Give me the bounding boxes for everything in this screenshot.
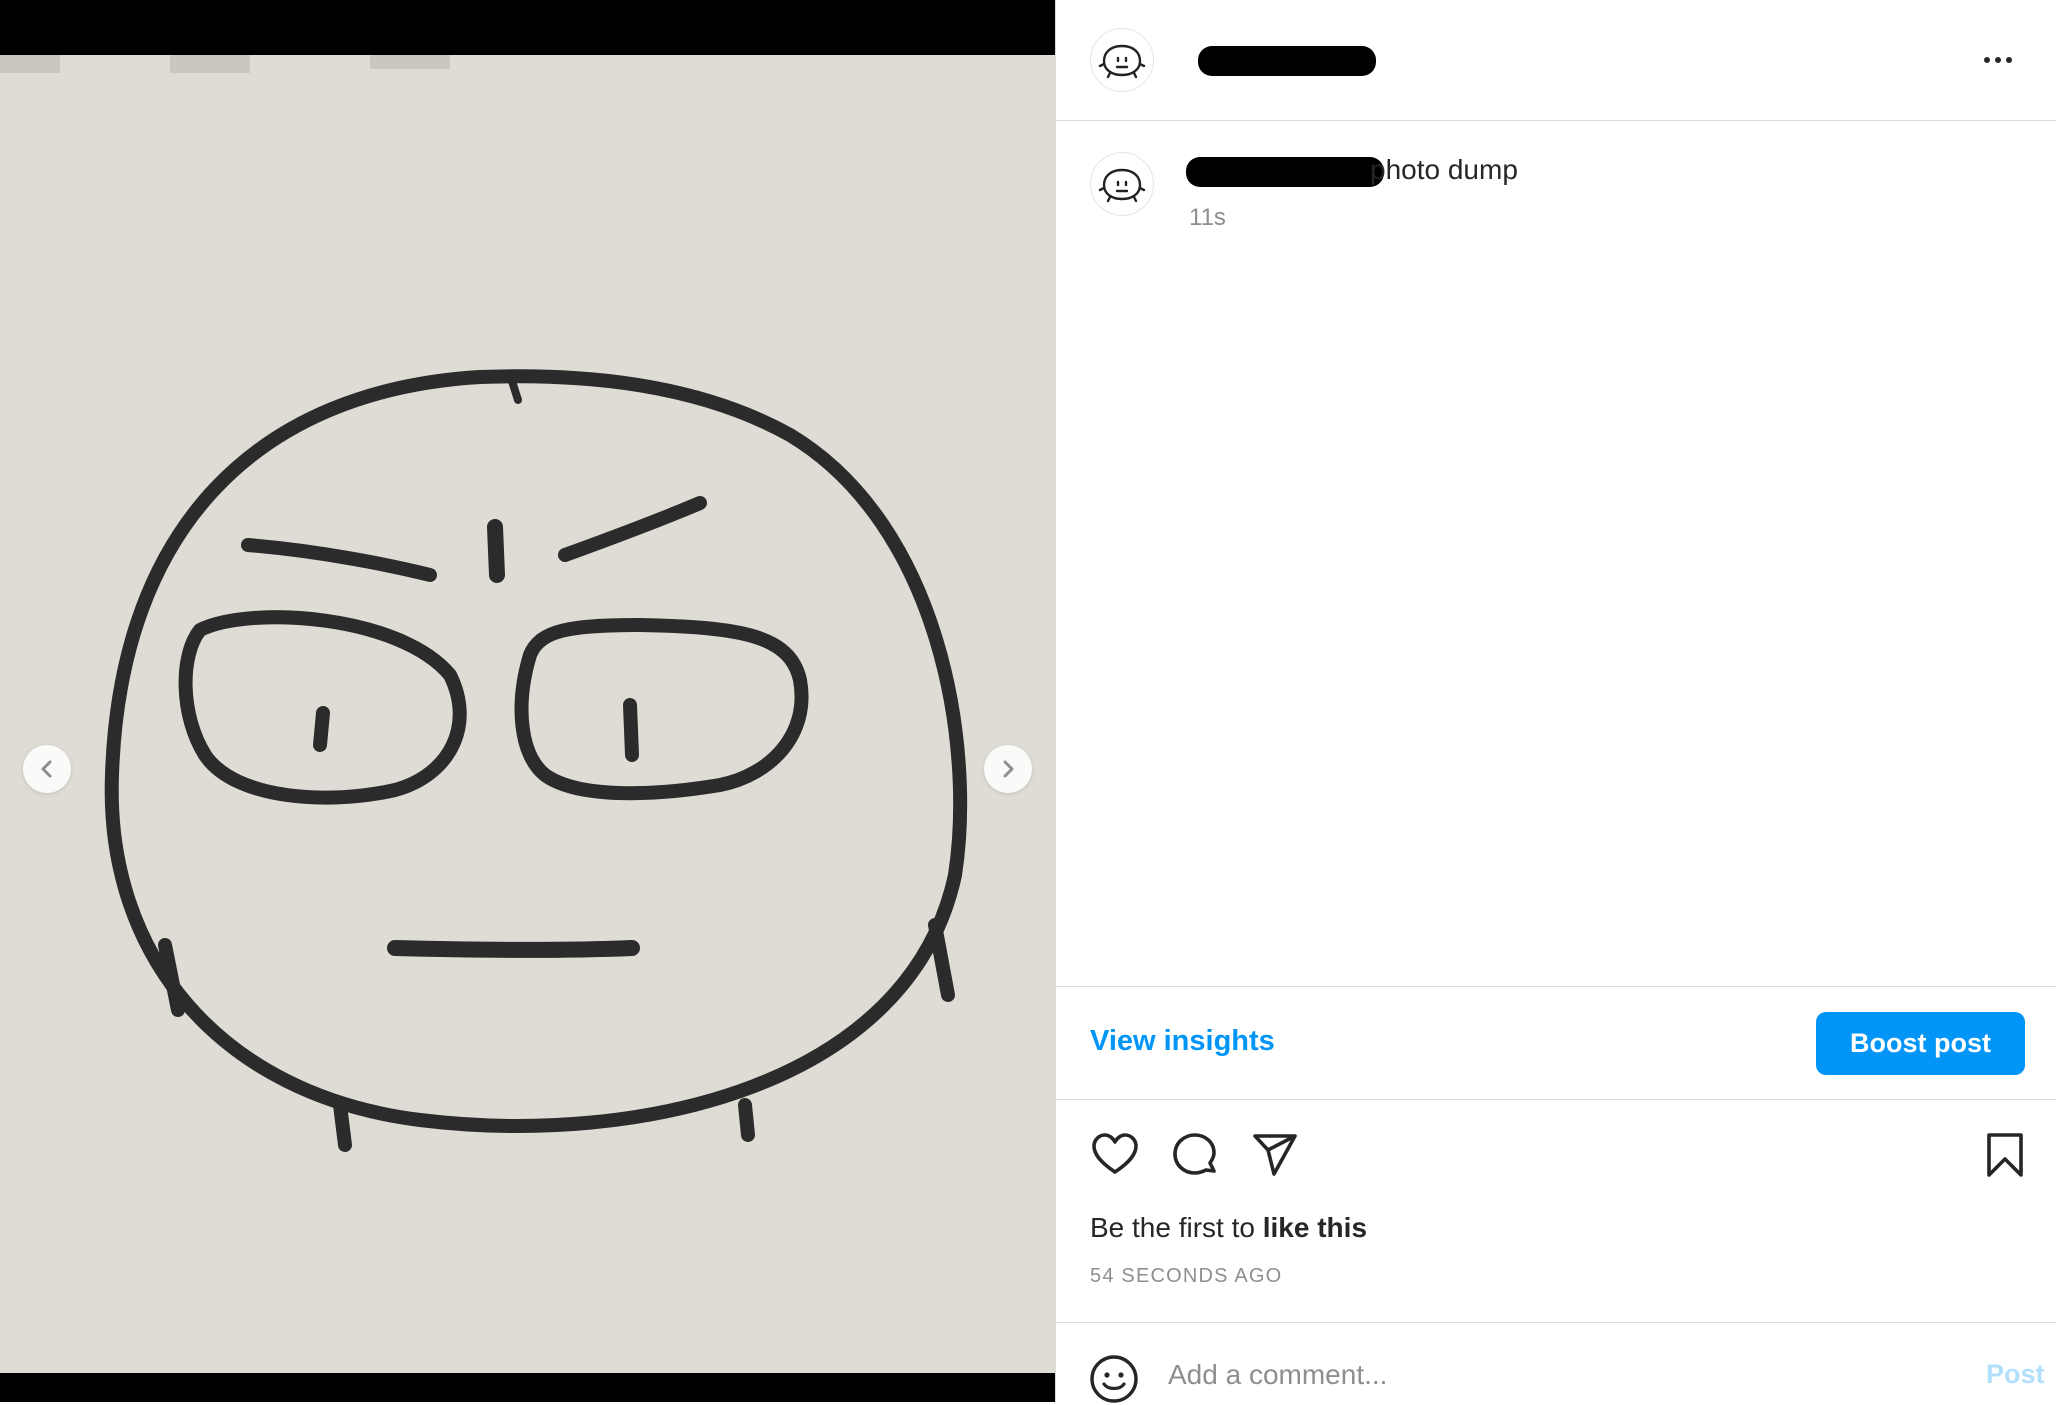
bookmark-icon[interactable] xyxy=(1980,1130,2030,1180)
like-this-link[interactable]: like this xyxy=(1263,1212,1367,1243)
caption-avatar[interactable] xyxy=(1090,152,1154,216)
post-time-ago: 54 SECONDS AGO xyxy=(1090,1265,1283,1287)
likes-prefix: Be the first to xyxy=(1090,1212,1263,1243)
post-actions: Be the first to like this 54 SECONDS AGO xyxy=(1056,1100,2056,1320)
paper-tab xyxy=(0,55,60,73)
carousel-prev-button[interactable] xyxy=(23,745,71,793)
post-modal: photo dump 11s View insights Boost post … xyxy=(0,0,2058,1405)
face-avatar-icon xyxy=(1098,44,1146,79)
emoji-icon[interactable] xyxy=(1088,1353,1140,1405)
caption-timestamp: 11s xyxy=(1189,204,1226,231)
chevron-left-icon xyxy=(41,760,52,778)
paper-tab xyxy=(370,55,450,69)
redacted-username xyxy=(1198,46,1376,76)
post-header xyxy=(1056,0,2056,121)
post-comment-button[interactable]: Post xyxy=(1986,1359,2045,1390)
avatar[interactable] xyxy=(1090,28,1154,92)
face-avatar-icon xyxy=(1098,168,1146,203)
paper-plane-icon[interactable] xyxy=(1250,1130,1300,1180)
insights-bar: View insights Boost post xyxy=(1056,986,2056,1100)
caption-text: photo dump xyxy=(1370,154,1518,185)
more-options-dot xyxy=(1995,57,2001,63)
comment-input[interactable] xyxy=(1168,1351,1868,1399)
face-drawing-image xyxy=(0,55,1055,1373)
likes-summary: Be the first to like this xyxy=(1090,1212,1367,1244)
post-sidebar: photo dump 11s View insights Boost post … xyxy=(1055,0,2058,1405)
view-insights-link[interactable]: View insights xyxy=(1090,1025,1275,1058)
more-options-icon xyxy=(1984,57,1990,63)
comment-bar: Post xyxy=(1056,1322,2056,1405)
carousel-next-button[interactable] xyxy=(984,745,1032,793)
chevron-right-icon xyxy=(1003,760,1014,778)
redacted-caption-username xyxy=(1186,157,1384,187)
heart-icon[interactable] xyxy=(1090,1130,1140,1180)
more-options-button[interactable] xyxy=(1978,40,2018,80)
comment-icon[interactable] xyxy=(1170,1130,1220,1180)
more-options-dot xyxy=(2006,57,2012,63)
paper-tab xyxy=(170,55,250,73)
post-photo xyxy=(0,55,1055,1373)
boost-post-button[interactable]: Boost post xyxy=(1816,1012,2025,1075)
post-media xyxy=(0,0,1055,1402)
